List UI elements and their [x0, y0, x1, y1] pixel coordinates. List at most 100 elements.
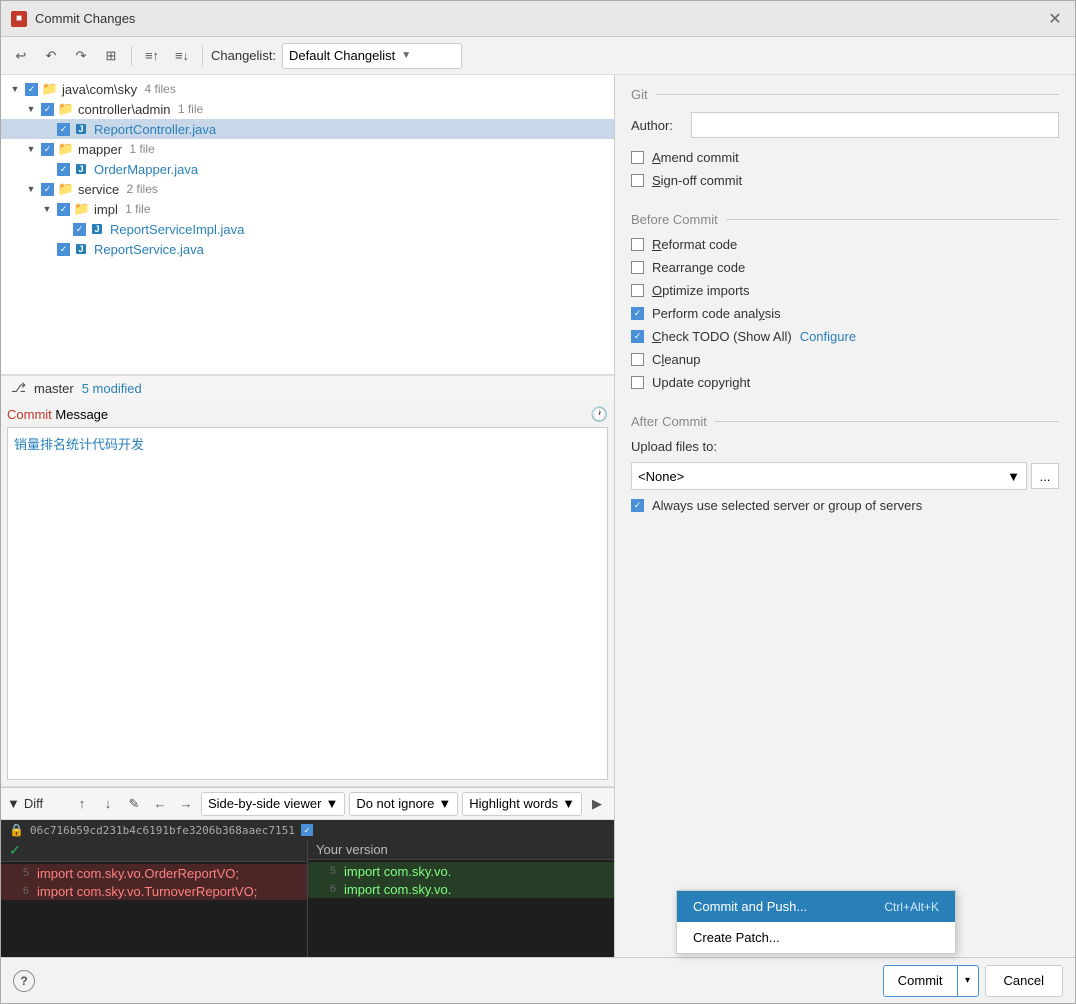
close-button[interactable]: ✕	[1045, 9, 1065, 29]
grid-button[interactable]: ⊞	[99, 44, 123, 68]
check-todo-checkbox[interactable]: ✓	[631, 330, 644, 343]
toolbar: ↩ ↶ ↷ ⊞ ≡↑ ≡↓ Changelist: Default Change…	[1, 37, 1075, 75]
rearrange-row: Rearrange code	[631, 260, 1059, 275]
checkbox-impl[interactable]: ✓	[57, 203, 70, 216]
checkbox-controller-admin[interactable]: ✓	[41, 103, 54, 116]
diff-prev-button[interactable]: ←	[149, 793, 171, 815]
diff-header: ▼ Diff ↑ ↓ ✎ ← → Side-by-side viewer ▼	[1, 788, 614, 820]
git-section: Git Author: Amend commit Sign-off commit	[631, 87, 1059, 196]
cleanup-checkbox[interactable]	[631, 353, 644, 366]
context-menu-item-create-patch[interactable]: Create Patch...	[677, 922, 955, 953]
diff-title[interactable]: ▼ Diff	[7, 796, 43, 811]
redo-button[interactable]: ↷	[69, 44, 93, 68]
cleanup-label[interactable]: Cleanup	[652, 352, 700, 367]
diff-ignore-dropdown[interactable]: Do not ignore ▼	[349, 792, 458, 816]
rearrange-label[interactable]: Rearrange code	[652, 260, 745, 275]
changelist-label: Changelist:	[211, 48, 276, 63]
upload-more-button[interactable]: ...	[1031, 463, 1059, 489]
align-down-button[interactable]: ≡↓	[170, 44, 194, 68]
diff-edit-button[interactable]: ✎	[123, 793, 145, 815]
diff-highlight-dropdown[interactable]: Highlight words ▼	[462, 792, 582, 816]
checkbox-service[interactable]: ✓	[41, 183, 54, 196]
branch-name: master	[34, 381, 74, 396]
author-label: Author:	[631, 118, 681, 133]
commit-dropdown-button[interactable]: ▾	[957, 965, 979, 997]
status-bar: ⎇ master 5 modified	[1, 375, 614, 400]
update-copyright-label[interactable]: Update copyright	[652, 375, 750, 390]
commit-button[interactable]: Commit	[883, 965, 957, 997]
tree-item-mapper[interactable]: ▼ ✓ 📁 mapper 1 file	[1, 139, 614, 159]
align-up-button[interactable]: ≡↑	[140, 44, 164, 68]
tree-item-order-mapper[interactable]: ▶ ✓ J OrderMapper.java	[1, 159, 614, 179]
sign-off-label[interactable]: Sign-off commit	[652, 173, 742, 188]
diff-more-button[interactable]: ▶	[586, 793, 608, 815]
diff-checkbox[interactable]: ✓	[301, 824, 313, 836]
expand-arrow: ▼	[25, 183, 37, 195]
cancel-button[interactable]: Cancel	[985, 965, 1063, 997]
bottom-bar: ? Commit ▾ Cancel	[1, 957, 1075, 1003]
help-button[interactable]: ?	[13, 970, 35, 992]
diff-down-button[interactable]: ↓	[97, 793, 119, 815]
sign-off-checkbox[interactable]	[631, 174, 644, 187]
diff-up-button[interactable]: ↑	[71, 793, 93, 815]
tree-label: OrderMapper.java	[94, 162, 198, 177]
window-title: Commit Changes	[35, 11, 135, 26]
commit-textarea[interactable]: 销量排名统计代码开发	[7, 427, 608, 780]
diff-viewer-dropdown[interactable]: Side-by-side viewer ▼	[201, 792, 345, 816]
tree-item-report-service[interactable]: ▶ ✓ J ReportService.java	[1, 239, 614, 259]
checkbox-mapper[interactable]: ✓	[41, 143, 54, 156]
tree-item-report-controller[interactable]: ▶ ✓ J ReportController.java	[1, 119, 614, 139]
back-button[interactable]: ↩	[9, 44, 33, 68]
optimize-row: Optimize imports	[631, 283, 1059, 298]
folder-icon: 📁	[58, 141, 74, 157]
diff-next-button[interactable]: →	[175, 793, 197, 815]
reformat-label[interactable]: Reformat code	[652, 237, 737, 252]
diff-line: 6 import com.sky.vo.TurnoverReportVO;	[1, 882, 307, 900]
checkbox-report-controller[interactable]: ✓	[57, 123, 70, 136]
expand-arrow: ▼	[41, 203, 53, 215]
context-menu-item-commit-push[interactable]: Commit and Push... Ctrl+Alt+K	[677, 891, 955, 922]
tree-item-report-service-impl[interactable]: ▶ ✓ J ReportServiceImpl.java	[1, 219, 614, 239]
perform-label[interactable]: Perform code analysis	[652, 306, 781, 321]
upload-row: Upload files to:	[631, 439, 1059, 454]
amend-commit-checkbox[interactable]	[631, 151, 644, 164]
always-use-checkbox[interactable]: ✓	[631, 499, 644, 512]
tree-item-impl[interactable]: ▼ ✓ 📁 impl 1 file	[1, 199, 614, 219]
history-icon[interactable]: 🕐	[591, 406, 608, 423]
undo-button[interactable]: ↶	[39, 44, 63, 68]
checkbox-java-com-sky[interactable]: ✓	[25, 83, 38, 96]
update-copyright-checkbox[interactable]	[631, 376, 644, 389]
diff-left-header: ✓	[1, 840, 307, 862]
configure-link[interactable]: Configure	[800, 329, 856, 344]
diff-highlight-arrow: ▼	[562, 796, 575, 811]
tree-label: impl	[94, 202, 118, 217]
commit-message-header: Commit Message 🕐	[7, 406, 608, 423]
rearrange-checkbox[interactable]	[631, 261, 644, 274]
changelist-value: Default Changelist	[289, 48, 395, 63]
upload-label: Upload files to:	[631, 439, 717, 454]
check-todo-label[interactable]: Check TODO (Show All)	[652, 329, 792, 344]
reformat-checkbox[interactable]	[631, 238, 644, 251]
file-tree[interactable]: ▼ ✓ 📁 java\com\sky 4 files ▼ ✓ 📁 control…	[1, 75, 614, 375]
message-word: Message	[52, 407, 108, 422]
diff-line-content: import com.sky.vo.	[344, 864, 610, 879]
optimize-checkbox[interactable]	[631, 284, 644, 297]
optimize-label[interactable]: Optimize imports	[652, 283, 750, 298]
author-input[interactable]	[691, 112, 1059, 138]
diff-line: 5 import com.sky.vo.OrderReportVO;	[1, 864, 307, 882]
checkbox-order-mapper[interactable]: ✓	[57, 163, 70, 176]
diff-highlight-label: Highlight words	[469, 796, 558, 811]
java-file-icon: J	[74, 161, 90, 177]
tree-item-controller-admin[interactable]: ▼ ✓ 📁 controller\admin 1 file	[1, 99, 614, 119]
tree-label: ReportService.java	[94, 242, 204, 257]
upload-select[interactable]: <None> ▼	[631, 462, 1027, 490]
changelist-dropdown[interactable]: Default Changelist ▼	[282, 43, 462, 69]
amend-commit-label[interactable]: Amend commit	[652, 150, 739, 165]
tree-item-java-com-sky[interactable]: ▼ ✓ 📁 java\com\sky 4 files	[1, 79, 614, 99]
checkbox-report-service-impl[interactable]: ✓	[73, 223, 86, 236]
tree-count: 4 files	[141, 82, 176, 96]
checkbox-report-service[interactable]: ✓	[57, 243, 70, 256]
always-use-row: ✓ Always use selected server or group of…	[631, 498, 1059, 513]
tree-item-service[interactable]: ▼ ✓ 📁 service 2 files	[1, 179, 614, 199]
perform-checkbox[interactable]: ✓	[631, 307, 644, 320]
